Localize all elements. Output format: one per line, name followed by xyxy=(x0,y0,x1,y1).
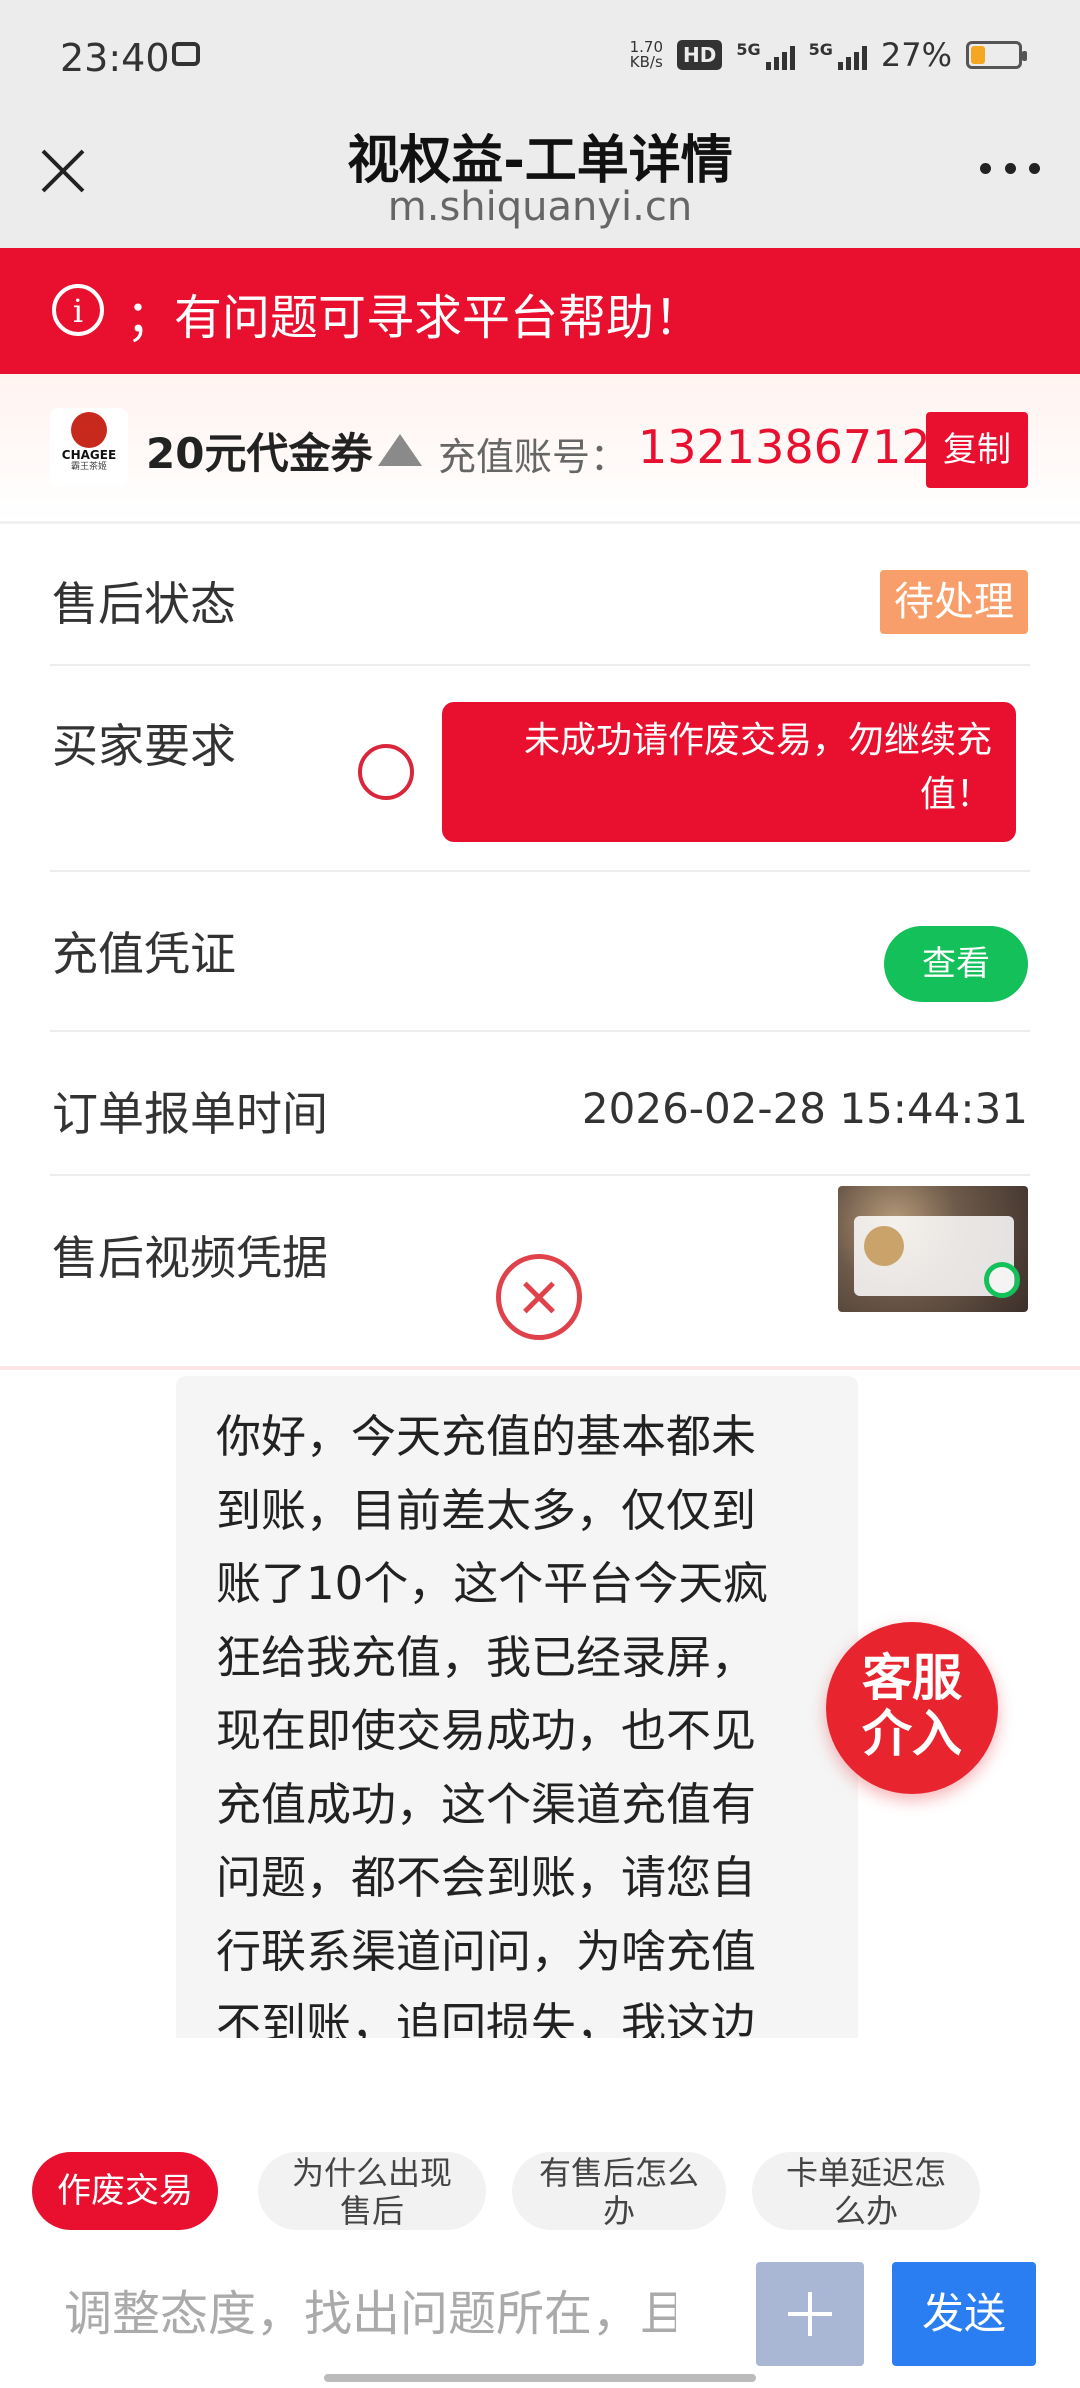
buyer-request-box: 未成功请作废交易，勿继续充 值！ xyxy=(442,702,1016,842)
tv-icon xyxy=(172,42,200,66)
voucher-label: 充值凭证 xyxy=(52,927,236,981)
plus-button[interactable] xyxy=(756,2262,864,2366)
triangle-icon[interactable] xyxy=(378,434,422,466)
quick-action-why-after-sale[interactable]: 为什么出现 售后 xyxy=(258,2152,486,2230)
message-bubble: 你好，今天充值的基本都未 到账，目前差太多，仅仅到 账了10个，这个平台今天疯 … xyxy=(176,1376,858,2038)
message-line: 现在即使交易成功，也不见 xyxy=(216,1704,757,1757)
message-line: 到账，目前差太多，仅仅到 xyxy=(216,1483,757,1537)
battery-fill xyxy=(971,46,985,64)
home-indicator[interactable] xyxy=(324,2374,756,2382)
customer-service-line-1: 客服 xyxy=(862,1649,962,1707)
battery-percent: 27% xyxy=(880,36,952,74)
view-voucher-button[interactable]: 查看 xyxy=(884,926,1028,1002)
buyer-request-line-1: 未成功请作废交易，勿继续充 xyxy=(523,720,992,761)
page-domain: m.shiquanyi.cn xyxy=(387,184,693,230)
message-line: 充值成功，这个渠道充值有 xyxy=(216,1777,757,1831)
message-line: 账了10个，这个平台今天疯 xyxy=(216,1557,769,1610)
quick-action-void-trade[interactable]: 作废交易 xyxy=(32,2152,218,2230)
message-text: 你好，今天充值的基本都未 到账，目前差太多，仅仅到 账了10个，这个平台今天疯 … xyxy=(216,1400,816,2038)
brand-logo-sub: 霸王茶姬 xyxy=(70,462,107,472)
buyer-request-line-2: 值！ xyxy=(919,774,992,815)
message-line: 狂给我充值，我已经录屏， xyxy=(216,1630,757,1684)
page-header: 视权益-工单详情 m.shiquanyi.cn xyxy=(0,118,1080,248)
customer-service-line-2: 介入 xyxy=(862,1705,962,1763)
quick-action-label: 作废交易 xyxy=(57,2171,193,2211)
quick-action-label: 么办 xyxy=(833,2192,898,2230)
send-button[interactable]: 发送 xyxy=(892,2262,1036,2366)
brand-logo-mark xyxy=(71,412,107,448)
net-speed-unit: KB/s xyxy=(629,53,663,71)
status-indicators: 1.70 KB/s HD 5G 5G 27% xyxy=(630,36,1027,74)
page-title: 视权益-工单详情 xyxy=(347,131,733,191)
net-speed: 1.70 KB/s xyxy=(630,40,663,70)
info-icon xyxy=(52,284,104,336)
signal-icon-2: 5G xyxy=(809,40,867,70)
message-line: 行联系渠道问问，为啥充值 xyxy=(216,1924,757,1978)
message-input[interactable] xyxy=(38,2264,702,2364)
status-bar: 23:40 1.70 KB/s HD 5G 5G 27% xyxy=(0,0,1080,118)
sim1-label: 5G xyxy=(736,40,761,59)
quick-action-label: 售后 xyxy=(339,2192,404,2230)
notice-text: ；有问题可寻求平台帮助！ xyxy=(126,290,703,346)
signal-icon-1: 5G xyxy=(736,40,795,70)
sim2-label: 5G xyxy=(808,40,833,59)
section-divider xyxy=(0,1366,1080,1370)
account-value: 13213867125 xyxy=(638,420,960,474)
buyer-request-row: 买家要求 未成功请作废交易，勿继续充 值！ xyxy=(50,666,1030,872)
link-icon[interactable] xyxy=(984,1262,1020,1298)
status-badge: 待处理 xyxy=(880,570,1028,634)
account-label: 充值账号： xyxy=(438,435,629,479)
product-bar: CHAGEE 霸王茶姬 20元代金券 充值账号： 13213867125 复制 xyxy=(0,374,1080,524)
order-time-label: 订单报单时间 xyxy=(52,1087,328,1141)
video-thumbnail[interactable] xyxy=(838,1186,1028,1312)
voucher-row: 充值凭证 查看 xyxy=(50,872,1030,1032)
more-icon[interactable] xyxy=(980,158,1040,178)
brand-logo: CHAGEE 霸王茶姬 xyxy=(50,408,128,486)
quick-action-delay-howto[interactable]: 卡单延迟怎 么办 xyxy=(752,2152,980,2230)
copy-button[interactable]: 复制 xyxy=(926,412,1028,488)
notice-banner: ；有问题可寻求平台帮助！ xyxy=(0,248,1080,374)
after-sale-status-label: 售后状态 xyxy=(52,577,236,631)
buyer-request-label: 买家要求 xyxy=(52,719,236,773)
quick-action-label: 办 xyxy=(602,2192,635,2230)
message-line: 你好，今天充值的基本都未 xyxy=(216,1410,757,1463)
customer-service-button[interactable]: 客服 介入 xyxy=(826,1622,998,1794)
close-circle-icon[interactable] xyxy=(496,1254,582,1340)
product-name: 20元代金券 xyxy=(146,429,373,478)
quick-action-after-sale-howto[interactable]: 有售后怎么 办 xyxy=(512,2152,726,2230)
battery-icon xyxy=(966,41,1027,69)
order-time-row: 订单报单时间 2026-02-28 15:44:31 xyxy=(50,1032,1030,1176)
quick-action-label: 有售后怎么 xyxy=(538,2154,699,2192)
status-time: 23:40 xyxy=(60,36,170,80)
quick-action-label: 为什么出现 xyxy=(291,2154,452,2192)
video-evidence-label: 售后视频凭据 xyxy=(52,1231,328,1285)
radio-icon[interactable] xyxy=(358,744,414,800)
work-order-detail-screen: 23:40 1.70 KB/s HD 5G 5G 27% 视权益-工单详情 m.… xyxy=(0,0,1080,2388)
message-line: 问题，都不会到账，请您自 xyxy=(216,1851,757,1904)
brand-logo-name: CHAGEE xyxy=(61,448,117,462)
quick-action-label: 卡单延迟怎 xyxy=(785,2154,946,2192)
order-time-value: 2026-02-28 15:44:31 xyxy=(581,1084,1028,1133)
message-line: 不到账，追回损失，我这边 xyxy=(216,1998,757,2038)
after-sale-status-row: 售后状态 待处理 xyxy=(50,524,1030,666)
hd-icon: HD xyxy=(677,40,723,70)
